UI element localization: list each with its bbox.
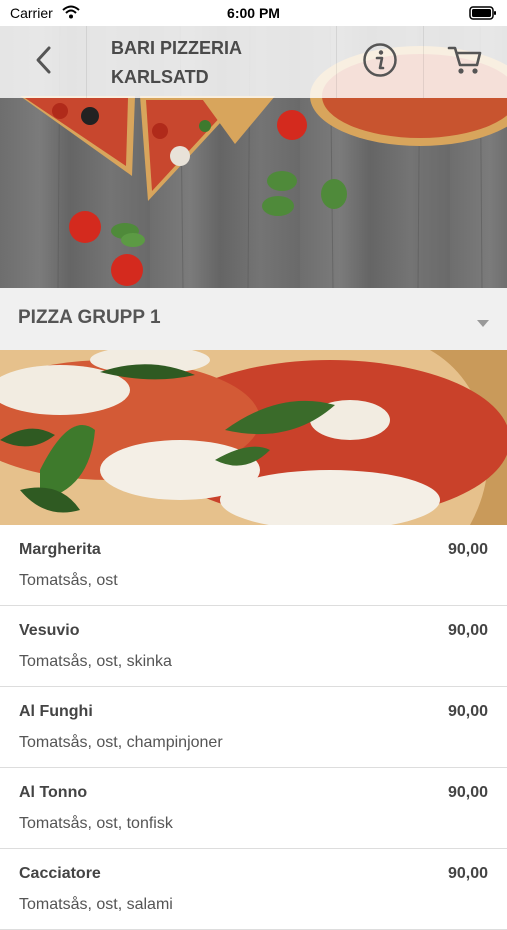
menu-item[interactable]: Margherita 90,00 Tomatsås, ost xyxy=(0,525,507,606)
info-button[interactable] xyxy=(336,26,424,98)
title-line-1: BARI PIZZERIA xyxy=(111,38,243,58)
status-bar: Carrier 6:00 PM xyxy=(0,0,507,26)
menu-item-price: 90,00 xyxy=(447,622,488,639)
page-title: BARI PIZZERIA KARLSATD xyxy=(111,34,321,92)
menu-item-price: 90,00 xyxy=(447,865,488,882)
menu-list: Margherita 90,00 Tomatsås, ost Vesuvio 9… xyxy=(0,525,507,930)
menu-item-name: Al Tonno xyxy=(19,784,88,801)
menu-item-price: 90,00 xyxy=(447,703,488,720)
menu-item-name: Cacciatore xyxy=(19,865,101,882)
cart-button[interactable] xyxy=(422,26,507,98)
menu-item-description: Tomatsås, ost xyxy=(19,572,118,589)
menu-item[interactable]: Cacciatore 90,00 Tomatsås, ost, salami xyxy=(0,849,507,930)
pizza-slices-image xyxy=(20,96,275,201)
menu-item-description: Tomatsås, ost, tonfisk xyxy=(19,815,173,832)
title-line-2: KARLSATD xyxy=(111,67,209,87)
app-header: BARI PIZZERIA KARLSATD xyxy=(0,26,507,98)
back-button[interactable] xyxy=(0,26,87,98)
menu-item-description: Tomatsås, ost, champinjoner xyxy=(19,734,223,751)
chevron-left-icon xyxy=(34,45,52,80)
clock: 6:00 PM xyxy=(227,5,280,21)
menu-item[interactable]: Al Tonno 90,00 Tomatsås, ost, tonfisk xyxy=(0,768,507,849)
info-icon xyxy=(362,42,398,83)
menu-item-name: Margherita xyxy=(19,541,101,558)
battery-icon xyxy=(469,6,497,23)
cart-icon xyxy=(447,44,483,81)
menu-item-price: 90,00 xyxy=(447,541,488,558)
menu-item-price: 90,00 xyxy=(447,784,488,801)
group-title: PIZZA GRUPP 1 xyxy=(18,307,161,328)
caret-down-icon xyxy=(477,315,489,333)
menu-item[interactable]: Vesuvio 90,00 Tomatsås, ost, skinka xyxy=(0,606,507,687)
menu-item-name: Al Funghi xyxy=(19,703,93,720)
menu-item-description: Tomatsås, ost, salami xyxy=(19,896,173,913)
group-image xyxy=(0,350,507,525)
group-header[interactable]: PIZZA GRUPP 1 xyxy=(0,288,507,351)
menu-item-description: Tomatsås, ost, skinka xyxy=(19,653,172,670)
menu-item[interactable]: Al Funghi 90,00 Tomatsås, ost, champinjo… xyxy=(0,687,507,768)
menu-item-name: Vesuvio xyxy=(19,622,80,639)
